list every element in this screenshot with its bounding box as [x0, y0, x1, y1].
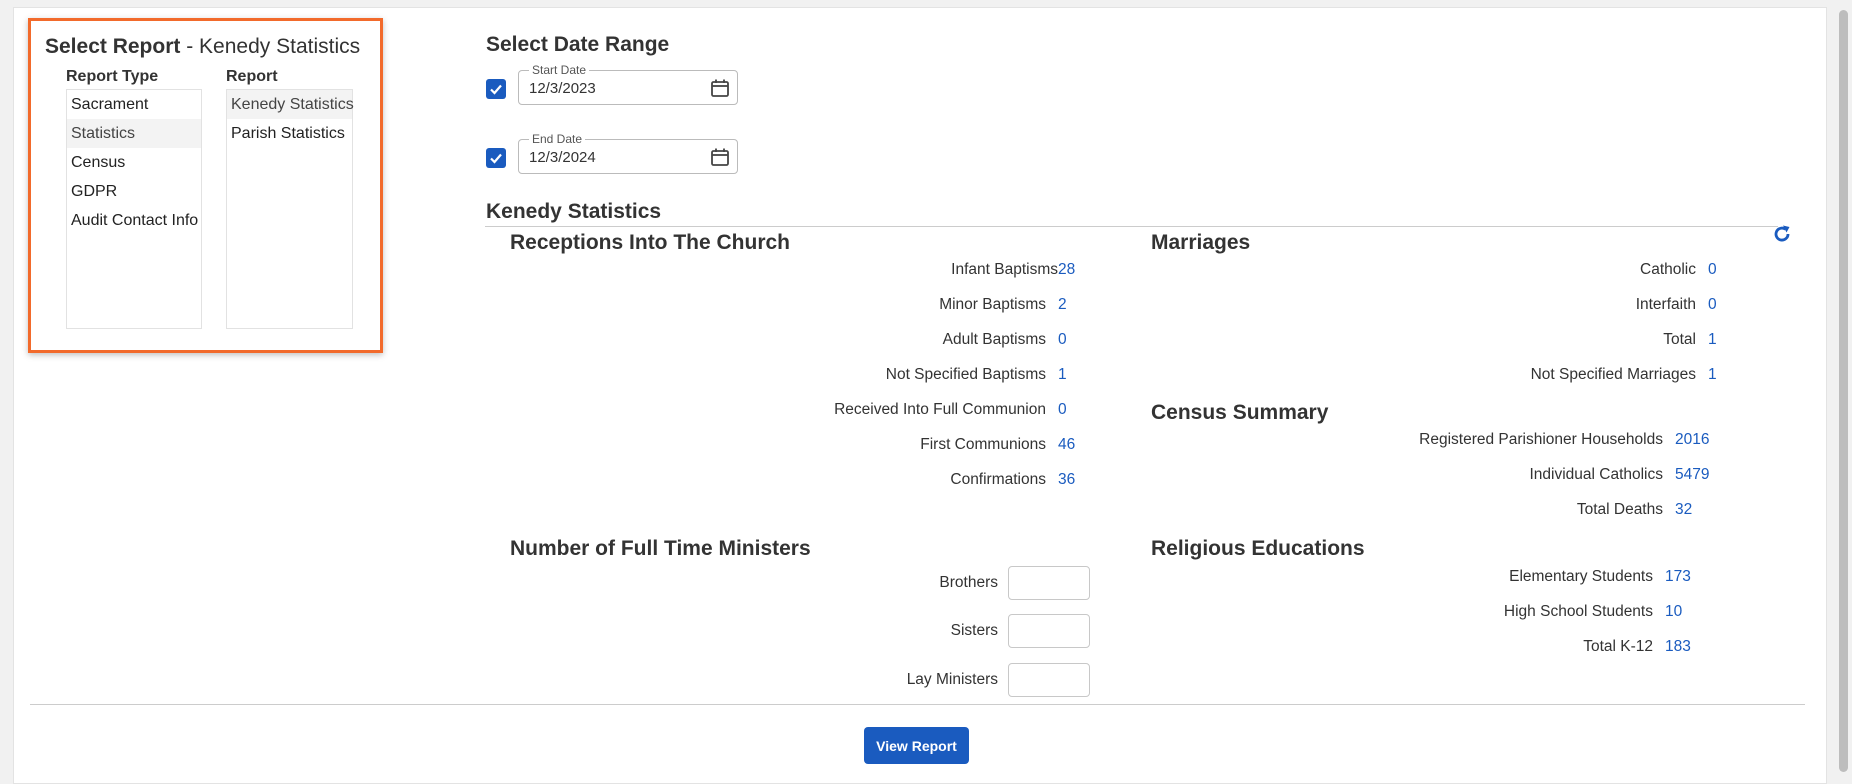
- stat-row: Total 1: [0, 331, 1716, 355]
- view-report-button[interactable]: View Report: [864, 727, 969, 764]
- report-item-kenedy-statistics[interactable]: Kenedy Statistics: [227, 90, 354, 119]
- start-date-checkbox[interactable]: [486, 79, 506, 99]
- report-list[interactable]: Kenedy Statistics Parish Statistics: [226, 89, 354, 329]
- report-type-label: Report Type: [66, 68, 159, 85]
- stat-row: Received Into Full Communion 0: [0, 401, 1067, 425]
- stat-row: Individual Catholics 5479: [0, 466, 1709, 490]
- report-type-item-sacrament[interactable]: Sacrament: [67, 90, 201, 119]
- stat-label: Total Deaths: [1576, 501, 1663, 518]
- stat-row: Lay Ministers: [0, 671, 998, 695]
- stat-value[interactable]: 2016: [1675, 431, 1709, 449]
- stat-value[interactable]: 0: [1058, 401, 1067, 419]
- stat-label: Not Specified Marriages: [1530, 366, 1696, 383]
- calendar-icon[interactable]: [709, 77, 731, 99]
- stat-row: Catholic 0: [0, 261, 1717, 285]
- report-item-parish-statistics[interactable]: Parish Statistics: [227, 119, 352, 148]
- stat-label: Lay Ministers: [906, 671, 998, 688]
- stat-value[interactable]: 173: [1665, 568, 1691, 586]
- date-range-title: Select Date Range: [486, 33, 670, 56]
- stat-row: Registered Parishioner Households 2016: [0, 431, 1709, 455]
- start-date-field[interactable]: Start Date 12/3/2023: [518, 63, 738, 105]
- stat-value[interactable]: 10: [1665, 603, 1682, 621]
- start-date-input[interactable]: 12/3/2023: [529, 80, 596, 97]
- stat-label: Registered Parishioner Households: [1419, 431, 1663, 448]
- stat-label: High School Students: [1503, 603, 1653, 620]
- stat-value[interactable]: 183: [1665, 638, 1691, 656]
- lay-ministers-input[interactable]: [1008, 663, 1090, 697]
- stat-value[interactable]: 1: [1708, 331, 1717, 349]
- stat-label: Received Into Full Communion: [834, 401, 1046, 418]
- stat-value[interactable]: 0: [1708, 261, 1717, 279]
- stat-row: Elementary Students 173: [0, 568, 1691, 592]
- checkmark-icon: [490, 84, 502, 95]
- stat-value[interactable]: 5479: [1675, 466, 1709, 484]
- marriages-title: Marriages: [1151, 231, 1251, 254]
- select-report-heading: Select Report: [45, 35, 181, 58]
- report-type-item-census[interactable]: Census: [67, 148, 201, 177]
- end-date-input[interactable]: 12/3/2024: [529, 149, 596, 166]
- report-divider: [485, 226, 1778, 227]
- ministers-title: Number of Full Time Ministers: [510, 537, 811, 560]
- stat-row: Not Specified Marriages 1: [0, 366, 1717, 390]
- stat-label: Individual Catholics: [1529, 466, 1663, 483]
- report-type-item-gdpr[interactable]: GDPR: [67, 177, 201, 206]
- footer-divider: [30, 704, 1805, 705]
- stat-value[interactable]: 0: [1708, 296, 1717, 314]
- stat-value[interactable]: 32: [1675, 501, 1692, 519]
- stat-value[interactable]: 1: [1708, 366, 1717, 384]
- scrollbar-thumb[interactable]: [1839, 10, 1848, 772]
- report-type-item-audit-contact-info[interactable]: Audit Contact Info: [67, 206, 201, 235]
- end-date-checkbox[interactable]: [486, 148, 506, 168]
- report-type-list[interactable]: Sacrament Statistics Census GDPR Audit C…: [66, 89, 202, 329]
- receptions-title: Receptions Into The Church: [510, 231, 791, 254]
- report-title: Kenedy Statistics: [486, 200, 662, 223]
- end-date-field[interactable]: End Date 12/3/2024: [518, 132, 738, 174]
- refresh-icon[interactable]: [1771, 223, 1793, 245]
- start-date-label: Start Date: [529, 63, 590, 77]
- stat-label: Interfaith: [1635, 296, 1696, 313]
- report-label: Report: [226, 68, 278, 85]
- report-type-item-statistics[interactable]: Statistics: [67, 119, 201, 148]
- selected-report-name: Kenedy Statistics: [199, 35, 361, 58]
- checkmark-icon: [490, 153, 502, 164]
- select-report-title: Select Report - Kenedy Statistics: [45, 35, 360, 59]
- vertical-scrollbar[interactable]: [1835, 0, 1852, 782]
- stat-row: High School Students 10: [0, 603, 1682, 627]
- stat-row: Total K-12 183: [0, 638, 1691, 662]
- stat-label: Catholic: [1640, 261, 1696, 278]
- title-separator: -: [180, 35, 200, 58]
- census-title: Census Summary: [1151, 401, 1329, 424]
- calendar-icon[interactable]: [709, 146, 731, 168]
- stat-label: Total K-12: [1583, 638, 1653, 655]
- end-date-label: End Date: [529, 132, 586, 146]
- stat-row: Total Deaths 32: [0, 501, 1692, 525]
- stat-row: Interfaith 0: [0, 296, 1717, 320]
- religious-educations-title: Religious Educations: [1151, 537, 1365, 560]
- stat-label: Total: [1663, 331, 1696, 348]
- stat-label: Elementary Students: [1509, 568, 1653, 585]
